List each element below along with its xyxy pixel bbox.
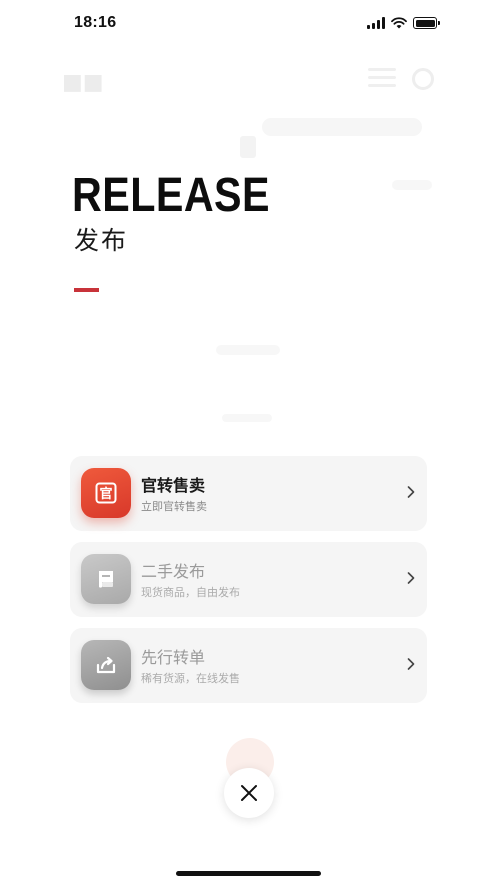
option-title: 先行转单	[141, 648, 206, 667]
cellular-signal-icon	[367, 17, 385, 29]
home-indicator[interactable]	[176, 871, 321, 876]
background-menu-icon	[368, 68, 396, 92]
option-subtitle: 立即官转售卖	[141, 500, 207, 513]
background-block	[222, 414, 272, 422]
option-official-resale[interactable]: 官 官转售卖 立即官转售卖	[70, 456, 427, 531]
svg-text:官: 官	[99, 486, 112, 502]
hero-subtitle: 发布	[74, 226, 129, 255]
option-subtitle: 现货商品，自由发布	[141, 586, 240, 599]
background-pill	[262, 118, 422, 136]
background-divider	[240, 136, 256, 158]
chevron-right-icon	[407, 486, 415, 498]
status-icons	[367, 16, 440, 30]
status-time: 18:16	[74, 14, 117, 31]
scroll-icon	[81, 554, 131, 604]
close-button[interactable]	[224, 768, 274, 818]
chevron-right-icon	[407, 572, 415, 584]
hero-title: RELEASE	[72, 169, 270, 222]
status-bar: 18:16	[0, 0, 497, 48]
option-title: 官转售卖	[141, 476, 206, 495]
wifi-icon	[391, 17, 407, 29]
background-logo: ■■	[62, 70, 104, 95]
background-search-icon	[412, 68, 434, 90]
official-badge-icon: 官	[81, 468, 131, 518]
option-secondhand-listing[interactable]: 二手发布 现货商品，自由发布	[70, 542, 427, 617]
battery-icon	[413, 17, 440, 29]
close-icon	[241, 785, 257, 801]
accent-bar	[74, 288, 99, 292]
background-block	[392, 180, 432, 190]
release-options: 官 官转售卖 立即官转售卖 二手发布 现货商品，自由发布 先行转单 稀有货源，在…	[70, 456, 427, 714]
option-presale-transfer[interactable]: 先行转单 稀有货源，在线发售	[70, 628, 427, 703]
option-title: 二手发布	[141, 562, 206, 581]
share-forward-icon	[81, 640, 131, 690]
chevron-right-icon	[407, 658, 415, 670]
option-subtitle: 稀有货源，在线发售	[141, 672, 240, 685]
background-block	[216, 345, 280, 355]
